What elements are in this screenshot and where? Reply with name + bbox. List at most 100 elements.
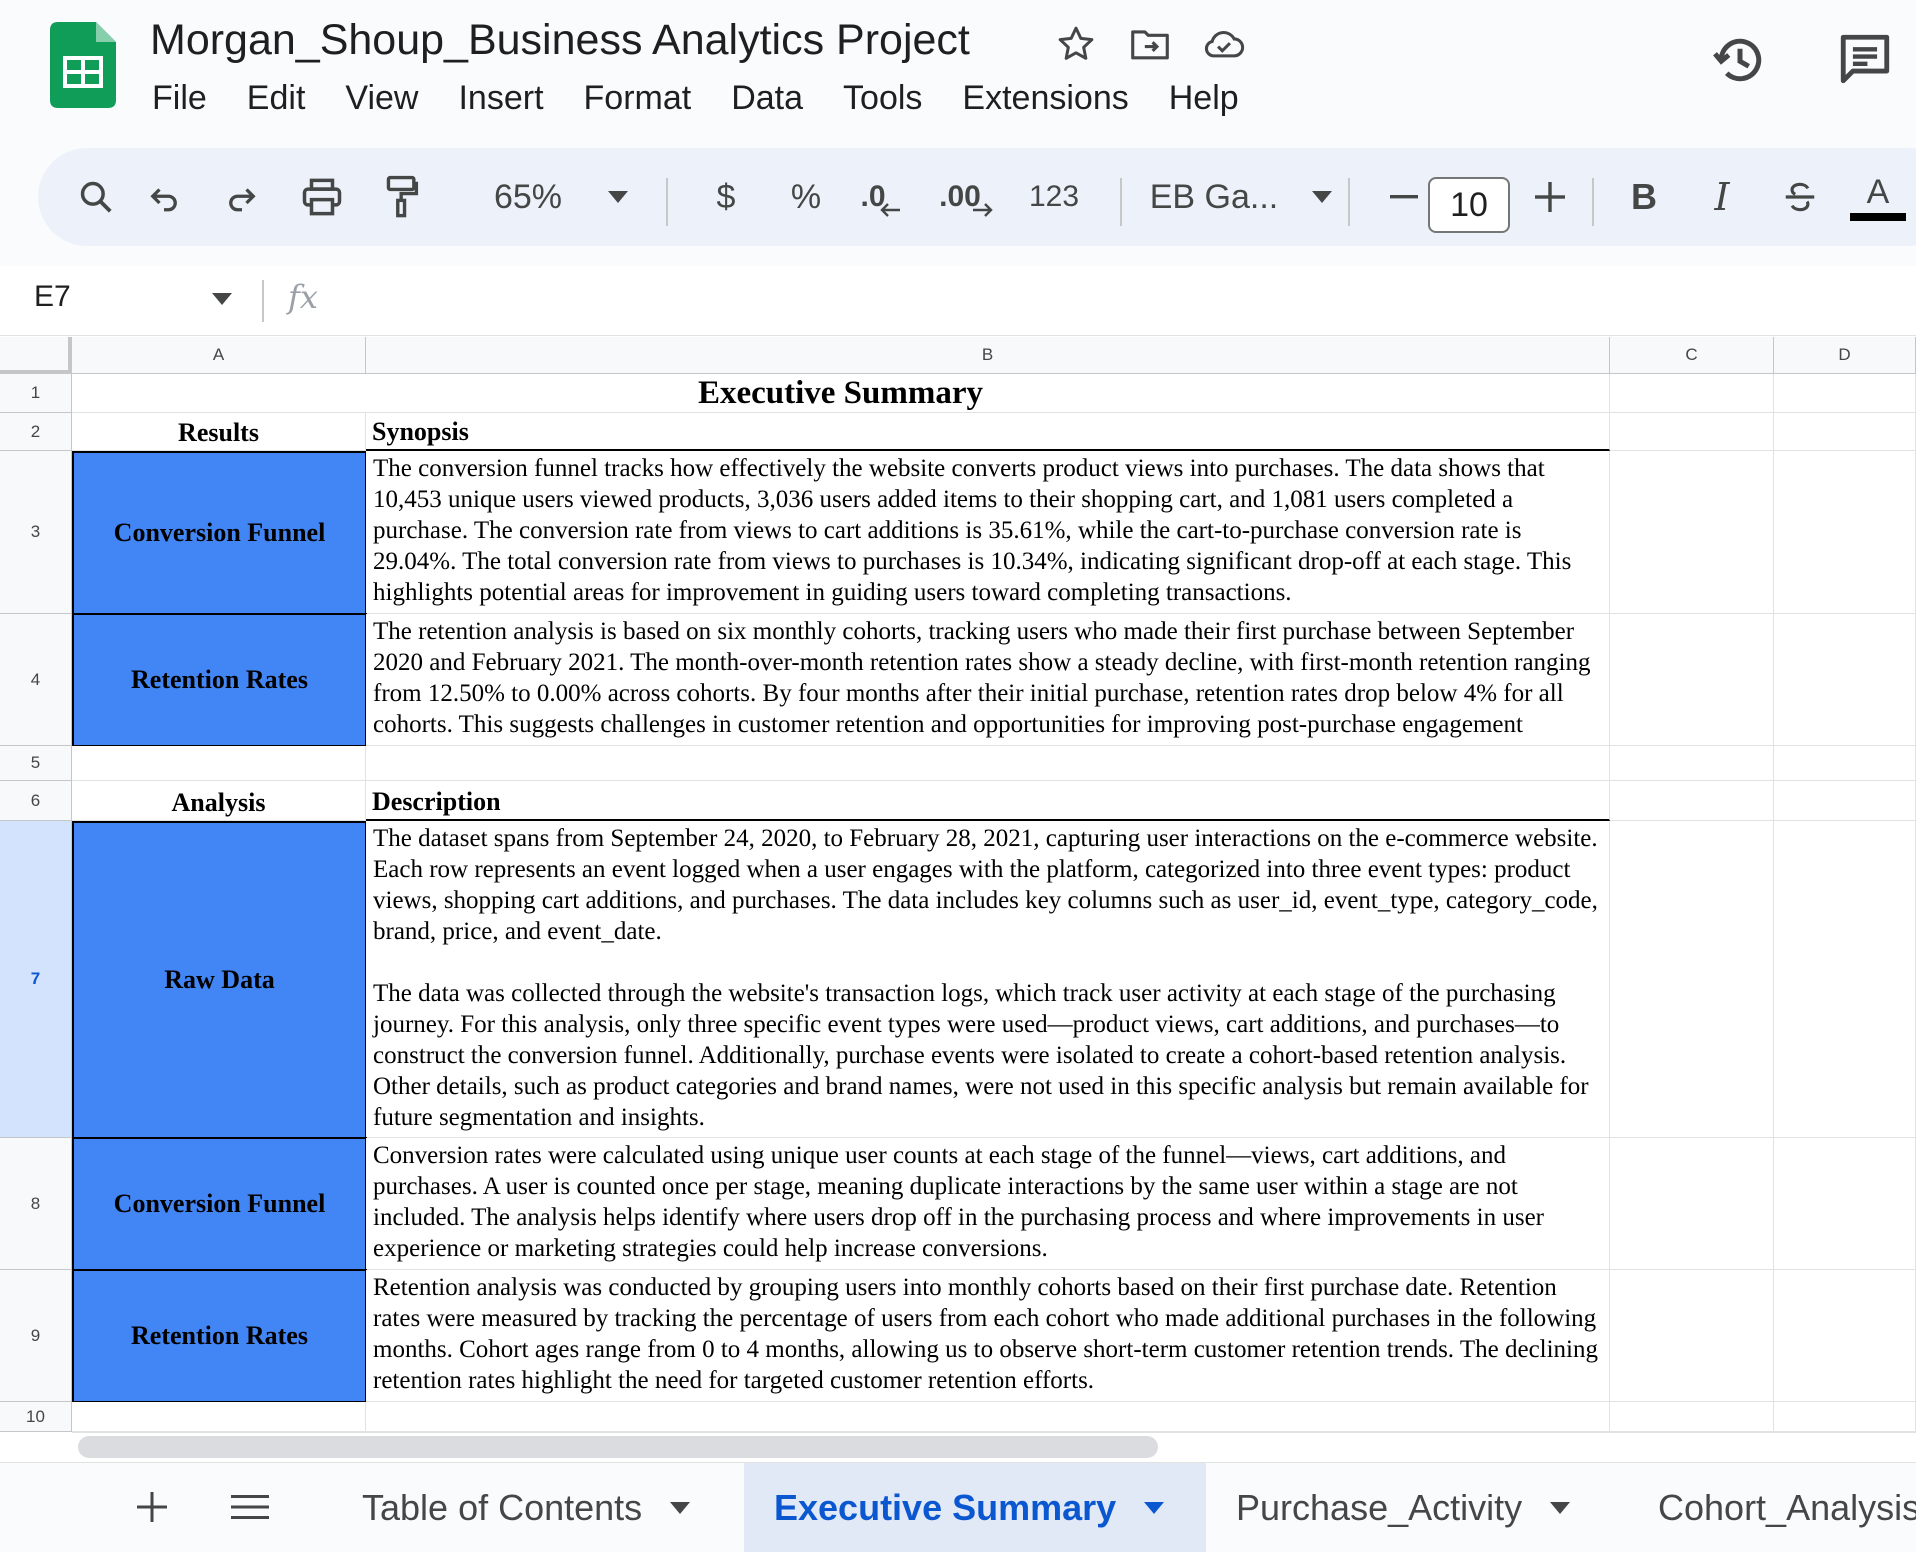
search-menus-icon[interactable] [66,148,126,246]
more-formats-button[interactable]: 123 [1004,148,1104,246]
italic-button[interactable]: I [1692,148,1752,246]
row-header-3[interactable]: 3 [0,451,72,614]
cell-c4[interactable] [1610,614,1774,746]
row-header-2[interactable]: 2 [0,413,72,451]
cell-c6[interactable] [1610,781,1774,821]
row-header-1[interactable]: 1 [0,374,72,413]
cell-c7[interactable] [1610,821,1774,1138]
chevron-down-icon[interactable] [1144,1502,1165,1514]
synopsis-header-cell[interactable]: Synopsis [366,413,1610,451]
name-box-dropdown-icon[interactable] [212,292,232,310]
decrease-decimal-button[interactable]: .0 [844,148,918,246]
menu-file[interactable]: File [152,76,227,120]
menu-extensions[interactable]: Extensions [942,76,1148,120]
document-title[interactable]: Morgan_Shoup_Business Analytics Project [150,16,970,65]
sheet-tab-table-of-contents[interactable]: Table of Contents [332,1463,716,1552]
cell-c3[interactable] [1610,451,1774,614]
decrease-font-size-button[interactable] [1374,148,1434,246]
analysis-text-cell[interactable]: Conversion rates were calculated using u… [366,1138,1610,1270]
zoom-value[interactable]: 65% [478,148,578,246]
row-header-4[interactable]: 4 [0,614,72,746]
analysis-text-cell[interactable]: Retention analysis was conducted by grou… [366,1270,1610,1402]
font-dropdown-icon[interactable] [1302,148,1342,246]
cell-d1[interactable] [1774,374,1916,413]
results-text-cell[interactable]: The conversion funnel tracks how effecti… [366,451,1610,614]
move-to-folder-icon[interactable] [1124,20,1176,68]
cell-c9[interactable] [1610,1270,1774,1402]
formula-input[interactable] [340,276,1900,324]
increase-font-size-button[interactable] [1520,148,1580,246]
chevron-down-icon[interactable] [670,1502,691,1514]
sheet-tab-purchase-activity[interactable]: Purchase_Activity [1206,1463,1620,1552]
strikethrough-button[interactable] [1770,148,1830,246]
row-header-5[interactable]: 5 [0,746,72,781]
cell-c5[interactable] [1610,746,1774,781]
sheet-tab-cohort-analysis[interactable]: Cohort_Analysis [1628,1463,1916,1552]
analysis-text-cell[interactable]: The dataset spans from September 24, 202… [366,821,1610,1138]
description-header-cell[interactable]: Description [366,781,1610,821]
undo-icon[interactable] [134,148,194,246]
menu-tools[interactable]: Tools [823,76,942,120]
cloud-saved-icon[interactable] [1198,20,1250,68]
horizontal-scrollbar-thumb[interactable] [78,1436,1158,1458]
format-percent-button[interactable]: % [776,148,836,246]
google-sheets-logo-icon[interactable] [50,22,116,108]
version-history-icon[interactable] [1710,30,1770,90]
column-header-c[interactable]: C [1610,337,1774,374]
analysis-label-cell[interactable]: Raw Data [72,821,367,1139]
cell-c2[interactable] [1610,413,1774,451]
menu-data[interactable]: Data [711,76,823,120]
comments-icon[interactable] [1836,30,1894,88]
cell-d6[interactable] [1774,781,1916,821]
menu-view[interactable]: View [325,76,438,120]
select-all-corner[interactable] [0,337,72,374]
cell-c10[interactable] [1610,1402,1774,1432]
analysis-header-cell[interactable]: Analysis [72,781,366,821]
results-label-cell[interactable]: Conversion Funnel [72,451,367,615]
cell-d9[interactable] [1774,1270,1916,1402]
row-header-9[interactable]: 9 [0,1270,72,1402]
format-currency-button[interactable]: $ [696,148,756,246]
column-header-d[interactable]: D [1774,337,1916,374]
analysis-label-cell[interactable]: Conversion Funnel [72,1137,367,1271]
row-header-8[interactable]: 8 [0,1138,72,1270]
zoom-dropdown-icon[interactable] [598,148,638,246]
increase-decimal-button[interactable]: .00 [924,148,1008,246]
results-text-cell[interactable]: The retention analysis is based on six m… [366,614,1610,746]
menu-insert[interactable]: Insert [438,76,563,120]
cell-d5[interactable] [1774,746,1916,781]
cell-d3[interactable] [1774,451,1916,614]
add-sheet-button[interactable] [124,1479,180,1535]
column-header-b[interactable]: B [366,337,1610,374]
cell-a10[interactable] [72,1402,366,1432]
paint-format-icon[interactable] [372,148,432,246]
menu-help[interactable]: Help [1149,76,1259,120]
row-header-6[interactable]: 6 [0,781,72,821]
sheet-title-cell[interactable]: Executive Summary [72,374,1610,413]
star-icon[interactable] [1050,20,1102,68]
cell-b10[interactable] [366,1402,1610,1432]
column-header-a[interactable]: A [72,337,366,374]
cell-d10[interactable] [1774,1402,1916,1432]
cell-d4[interactable] [1774,614,1916,746]
analysis-label-cell[interactable]: Retention Rates [72,1269,367,1403]
print-icon[interactable] [290,148,354,246]
bold-button[interactable]: B [1614,148,1674,246]
cell-b5[interactable] [366,746,1610,781]
results-header-cell[interactable]: Results [72,413,366,451]
row-header-10[interactable]: 10 [0,1402,72,1432]
all-sheets-button[interactable] [222,1479,278,1535]
cell-a5[interactable] [72,746,366,781]
font-family-select[interactable]: EB Ga... [1124,148,1304,246]
cell-d8[interactable] [1774,1138,1916,1270]
name-box[interactable]: E7 [34,280,71,314]
sheet-tab-executive-summary[interactable]: Executive Summary [744,1463,1206,1552]
cell-c1[interactable] [1610,374,1774,413]
redo-icon[interactable] [212,148,272,246]
cell-d2[interactable] [1774,413,1916,451]
text-color-button[interactable]: A [1848,148,1908,246]
font-size-input[interactable]: 10 [1428,177,1510,233]
menu-edit[interactable]: Edit [227,76,326,120]
cell-c8[interactable] [1610,1138,1774,1270]
cell-d7[interactable] [1774,821,1916,1138]
